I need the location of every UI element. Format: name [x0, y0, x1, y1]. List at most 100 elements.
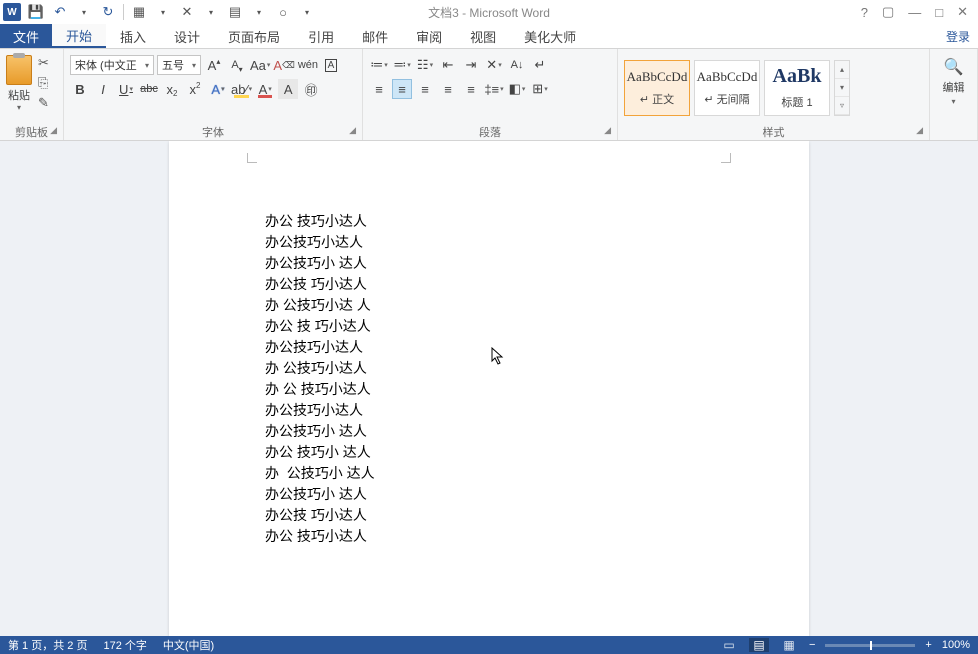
phonetic-guide-button[interactable]: wén — [298, 55, 318, 75]
editing-dropdown[interactable]: ▾ — [951, 97, 955, 106]
qat-custom-2-dd[interactable]: ▾ — [200, 1, 222, 23]
styles-launcher[interactable]: ◢ — [916, 125, 923, 136]
tab-beautify[interactable]: 美化大师 — [510, 24, 590, 48]
increase-indent-button[interactable]: ⇥ — [461, 55, 481, 75]
view-read-mode[interactable]: ▭ — [719, 638, 739, 652]
find-icon[interactable]: 🔍 — [944, 57, 964, 77]
cut-button[interactable]: ✂ — [38, 55, 49, 71]
distribute-button[interactable]: ≡ — [461, 79, 481, 99]
tab-mail[interactable]: 邮件 — [348, 24, 402, 48]
tab-layout[interactable]: 页面布局 — [214, 24, 294, 48]
document-line[interactable]: 办公技巧小 达人 — [265, 253, 809, 274]
underline-button[interactable]: U▾ — [116, 79, 136, 99]
document-line[interactable]: 办公技巧小 达人 — [265, 484, 809, 505]
close-button[interactable]: ✕ — [957, 4, 968, 20]
clipboard-launcher[interactable]: ◢ — [50, 125, 57, 136]
bullets-button[interactable]: ≔▾ — [369, 55, 389, 75]
clear-formatting-button[interactable]: A⌫ — [273, 55, 294, 75]
qat-custom-1-dd[interactable]: ▾ — [152, 1, 174, 23]
qat-custom-2[interactable]: ✕ — [176, 1, 198, 23]
copy-button[interactable]: ⎘ — [38, 75, 49, 91]
change-case-button[interactable]: Aa▾ — [250, 55, 270, 75]
qat-custom-3[interactable]: ▤ — [224, 1, 246, 23]
minimize-button[interactable]: — — [908, 5, 921, 20]
decrease-indent-button[interactable]: ⇤ — [438, 55, 458, 75]
styles-expand[interactable]: ▿ — [835, 97, 849, 115]
undo-dropdown[interactable]: ▾ — [73, 1, 95, 23]
document-line[interactable]: 办 公技巧小 达人 — [265, 463, 809, 484]
italic-button[interactable]: I — [93, 79, 113, 99]
document-line[interactable]: 办公 技巧小达人 — [265, 211, 809, 232]
document-line[interactable]: 办公 技巧小达人 — [265, 526, 809, 547]
document-line[interactable]: 办公技 巧小达人 — [265, 505, 809, 526]
document-line[interactable]: 办 公 技巧小达人 — [265, 379, 809, 400]
multilevel-button[interactable]: ☷▾ — [415, 55, 435, 75]
status-language[interactable]: 中文(中国) — [163, 637, 214, 653]
paragraph-launcher[interactable]: ◢ — [604, 125, 611, 136]
format-painter-button[interactable]: ✎ — [38, 95, 49, 111]
align-right-button[interactable]: ≡ — [415, 79, 435, 99]
cn-layout-button[interactable]: ✕▾ — [484, 55, 504, 75]
font-launcher[interactable]: ◢ — [349, 125, 356, 136]
styles-scroll-up[interactable]: ▴ — [835, 61, 849, 79]
page[interactable]: 办公 技巧小达人办公技巧小达人办公技巧小 达人办公技 巧小达人办 公技巧小达 人… — [169, 141, 809, 636]
enclose-char-button[interactable]: ㊞ — [301, 79, 321, 99]
style-normal[interactable]: AaBbCcDd ↵ 正文 — [624, 60, 690, 116]
subscript-button[interactable]: x2 — [162, 79, 182, 99]
shading-button[interactable]: ◧▾ — [507, 79, 527, 99]
qat-custom-4[interactable]: ○ — [272, 1, 294, 23]
tab-design[interactable]: 设计 — [160, 24, 214, 48]
document-line[interactable]: 办公技巧小达人 — [265, 337, 809, 358]
align-left-button[interactable]: ≡ — [369, 79, 389, 99]
justify-button[interactable]: ≡ — [438, 79, 458, 99]
text-effects-button[interactable]: A▾ — [208, 79, 228, 99]
line-spacing-button[interactable]: ‡≡▾ — [484, 79, 504, 99]
ribbon-options-button[interactable]: ▢ — [882, 4, 894, 20]
status-word-count[interactable]: 172 个字 — [103, 637, 146, 653]
zoom-level[interactable]: 100% — [942, 639, 970, 651]
view-web-layout[interactable]: ▦ — [779, 638, 799, 652]
tab-file[interactable]: 文件 — [0, 24, 52, 48]
zoom-out-button[interactable]: − — [809, 639, 815, 651]
font-size-combo[interactable]: 五号▾ — [157, 55, 201, 75]
document-line[interactable]: 办公 技巧小 达人 — [265, 442, 809, 463]
paste-dropdown-icon[interactable]: ▾ — [17, 103, 21, 112]
tab-references[interactable]: 引用 — [294, 24, 348, 48]
tab-insert[interactable]: 插入 — [106, 24, 160, 48]
bold-button[interactable]: B — [70, 79, 90, 99]
qat-customize-dd[interactable]: ▾ — [296, 1, 318, 23]
sort-button[interactable]: A↓ — [507, 55, 527, 75]
zoom-in-button[interactable]: + — [925, 639, 931, 651]
undo-button[interactable]: ↶ — [49, 1, 71, 23]
document-line[interactable]: 办 公技巧小达 人 — [265, 295, 809, 316]
restore-button[interactable]: □ — [935, 5, 943, 20]
document-line[interactable]: 办公 技 巧小达人 — [265, 316, 809, 337]
superscript-button[interactable]: x2 — [185, 79, 205, 99]
document-line[interactable]: 办公技 巧小达人 — [265, 274, 809, 295]
qat-custom-1[interactable]: ▦ — [128, 1, 150, 23]
help-button[interactable]: ? — [861, 5, 868, 20]
view-print-layout[interactable]: ▤ — [749, 638, 769, 652]
style-heading-1[interactable]: AaBk 标题 1 — [764, 60, 830, 116]
tab-review[interactable]: 审阅 — [402, 24, 456, 48]
styles-scroll-down[interactable]: ▾ — [835, 79, 849, 97]
redo-button[interactable]: ↻ — [97, 1, 119, 23]
document-line[interactable]: 办公技巧小达人 — [265, 400, 809, 421]
qat-custom-3-dd[interactable]: ▾ — [248, 1, 270, 23]
show-marks-button[interactable]: ↵ — [530, 55, 550, 75]
status-page[interactable]: 第 1 页，共 2 页 — [8, 637, 87, 653]
char-border-button[interactable]: A — [321, 55, 341, 75]
font-color-button[interactable]: A▾ — [255, 79, 275, 99]
style-no-spacing[interactable]: AaBbCcDd ↵ 无间隔 — [694, 60, 760, 116]
highlight-button[interactable]: ab⁄▾ — [231, 79, 252, 99]
shrink-font-button[interactable]: A▾ — [227, 55, 247, 75]
document-text[interactable]: 办公 技巧小达人办公技巧小达人办公技巧小 达人办公技 巧小达人办 公技巧小达 人… — [169, 211, 809, 547]
save-button[interactable]: 💾 — [25, 1, 47, 23]
strikethrough-button[interactable]: abc — [139, 79, 159, 99]
font-name-combo[interactable]: 宋体 (中文正▾ — [70, 55, 154, 75]
login-link[interactable]: 登录 — [938, 24, 978, 48]
numbering-button[interactable]: ≕▾ — [392, 55, 412, 75]
tab-home[interactable]: 开始 — [52, 24, 106, 48]
document-area[interactable]: 办公 技巧小达人办公技巧小达人办公技巧小 达人办公技 巧小达人办 公技巧小达 人… — [0, 141, 978, 636]
align-center-button[interactable]: ≡ — [392, 79, 412, 99]
